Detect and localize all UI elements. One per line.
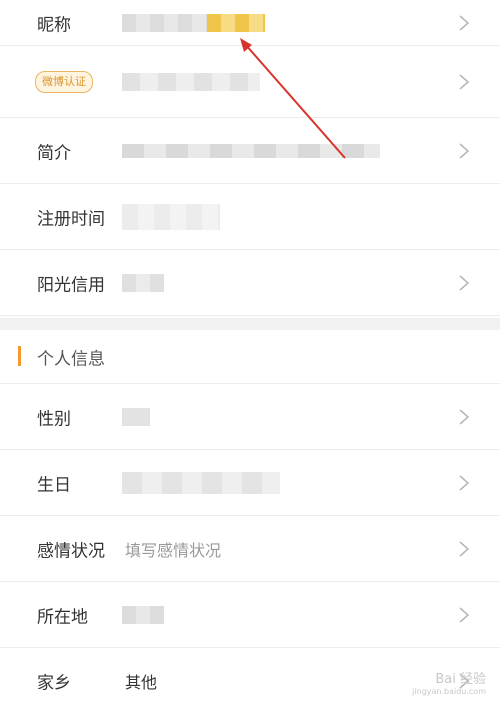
profile-list: 昵称 微博认证 简介 注册时间 阳光信用 个人信息 性别 生日 感情状况 填写感…: [0, 0, 500, 714]
sunshine-credit-value-blurred: [122, 273, 164, 292]
birthday-value-blurred: [122, 471, 280, 494]
nickname-label: 昵称: [37, 15, 71, 35]
chevron-right-icon: [459, 274, 470, 291]
weibo-verify-badge: 微博认证: [35, 70, 93, 93]
register-time-value-blurred: [122, 203, 220, 230]
intro-value-blurred: [122, 143, 380, 158]
baidu-jingyan-watermark: Bai 经验 jingyan.baidu.com: [412, 668, 486, 696]
chevron-right-icon: [459, 14, 470, 31]
register-time-row: 注册时间: [0, 184, 500, 250]
sunshine-credit-label: 阳光信用: [37, 275, 105, 295]
register-time-label: 注册时间: [37, 209, 105, 229]
hometown-label: 家乡: [37, 673, 71, 694]
chevron-right-icon: [459, 540, 470, 557]
gender-label: 性别: [37, 409, 71, 429]
nickname-value-blurred: [122, 13, 207, 32]
weibo-verify-row[interactable]: 微博认证: [0, 46, 500, 118]
intro-row[interactable]: 简介: [0, 118, 500, 184]
chevron-right-icon: [459, 408, 470, 425]
chevron-right-icon: [459, 73, 470, 90]
nickname-highlight-blurred: [207, 13, 265, 32]
birthday-label: 生日: [37, 475, 71, 495]
birthday-row[interactable]: 生日: [0, 450, 500, 516]
watermark-text: Bai 经验: [435, 672, 486, 687]
section-accent-bar: [18, 346, 21, 366]
sunshine-credit-row[interactable]: 阳光信用: [0, 250, 500, 316]
hometown-value: 其他: [125, 673, 158, 692]
location-label: 所在地: [37, 607, 88, 627]
relationship-label: 感情状况: [37, 541, 105, 561]
personal-info-header: 个人信息: [0, 330, 500, 384]
verify-value-blurred: [122, 72, 260, 91]
location-row[interactable]: 所在地: [0, 582, 500, 648]
section-divider: [0, 318, 500, 330]
personal-info-title: 个人信息: [37, 349, 105, 369]
chevron-right-icon: [459, 474, 470, 491]
gender-row[interactable]: 性别: [0, 384, 500, 450]
nickname-row[interactable]: 昵称: [0, 0, 500, 46]
relationship-placeholder: 填写感情状况: [125, 540, 222, 560]
location-value-blurred: [122, 605, 164, 624]
gender-value-blurred: [122, 407, 150, 426]
relationship-row[interactable]: 感情状况 填写感情状况: [0, 516, 500, 582]
intro-label: 简介: [37, 143, 71, 163]
watermark-sub: jingyan.baidu.com: [412, 687, 486, 696]
chevron-right-icon: [459, 142, 470, 159]
chevron-right-icon: [459, 606, 470, 623]
